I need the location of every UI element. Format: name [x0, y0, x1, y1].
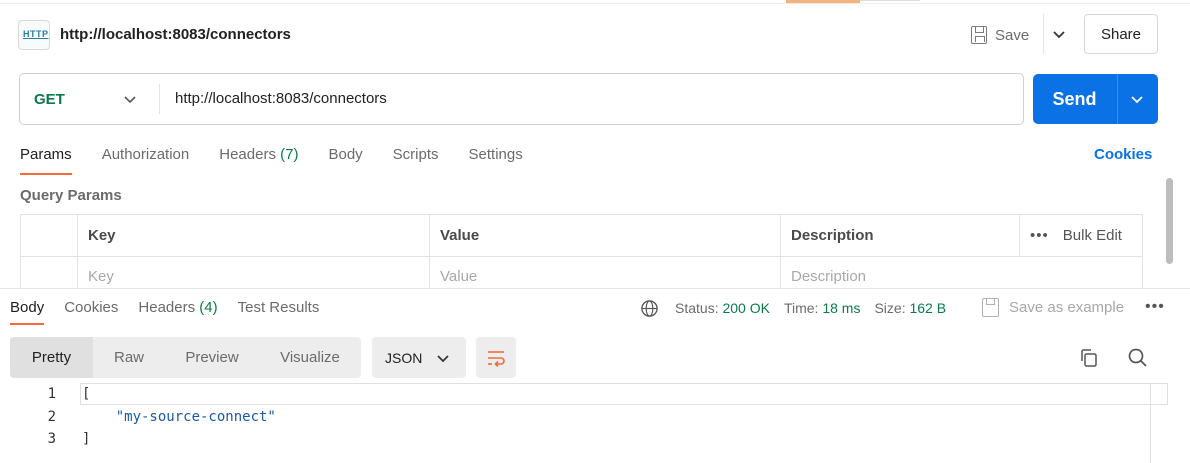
globe-icon[interactable]: [640, 299, 659, 318]
code-line: "my-source-connect": [82, 409, 276, 425]
bulk-edit-button[interactable]: Bulk Edit: [1063, 227, 1122, 244]
response-tabs: Body Cookies Headers (4) Test Results: [10, 299, 339, 325]
line-number: 1: [47, 386, 56, 402]
scrollbar-thumb[interactable]: [1166, 178, 1173, 264]
response-headers-count: (4): [199, 299, 218, 316]
send-button-group: Send: [1033, 74, 1158, 124]
chevron-down-icon[interactable]: [123, 92, 137, 106]
scrollbar[interactable]: [1164, 175, 1174, 288]
column-header-key: Key: [77, 215, 429, 256]
more-options-icon[interactable]: •••: [1030, 227, 1049, 244]
format-toggle-group: Pretty Raw Preview Visualize: [10, 337, 361, 378]
top-divider: [0, 3, 1190, 4]
wrap-lines-icon: [488, 350, 505, 367]
tab-scripts[interactable]: Scripts: [393, 145, 439, 175]
send-button[interactable]: Send: [1033, 74, 1116, 124]
bulk-edit-area: ••• Bulk Edit: [1019, 215, 1142, 256]
copy-icon[interactable]: [1079, 348, 1099, 368]
tab-response-headers[interactable]: Headers (4): [138, 299, 217, 325]
editor-scrollbar-track: [1150, 383, 1151, 463]
description-input[interactable]: Description: [780, 257, 1019, 288]
send-split-divider: [1117, 74, 1118, 124]
active-line-highlight: [80, 383, 1168, 405]
format-pretty[interactable]: Pretty: [10, 337, 93, 378]
language-select[interactable]: JSON: [372, 337, 466, 378]
format-preview[interactable]: Preview: [165, 337, 259, 378]
code-line: ]: [82, 431, 91, 447]
more-options-icon[interactable]: •••: [1145, 298, 1165, 316]
column-header-description: Description: [780, 215, 1019, 256]
tab-params[interactable]: Params: [20, 145, 72, 175]
line-number: 2: [47, 409, 56, 425]
save-icon: [982, 298, 999, 317]
value-input[interactable]: Value: [429, 257, 780, 288]
format-visualize[interactable]: Visualize: [259, 337, 361, 378]
chevron-down-icon[interactable]: [1051, 26, 1067, 42]
code-string: "my-source-connect": [82, 409, 276, 425]
tab-headers[interactable]: Headers (7): [219, 145, 298, 175]
chevron-down-icon: [437, 354, 449, 362]
tab-response-cookies[interactable]: Cookies: [64, 299, 118, 325]
line-number: 3: [47, 431, 56, 447]
save-label: Save: [995, 26, 1030, 44]
request-title[interactable]: http://localhost:8083/connectors: [60, 26, 291, 43]
column-header-value: Value: [429, 215, 780, 256]
headers-count: (7): [280, 146, 299, 163]
key-input[interactable]: Key: [77, 257, 429, 288]
url-input[interactable]: http://localhost:8083/connectors: [175, 90, 387, 107]
pane-divider[interactable]: [0, 288, 1190, 289]
params-table: Key Value Description ••• Bulk Edit Key …: [20, 214, 1143, 288]
time-info[interactable]: Time: 18 ms: [784, 300, 861, 316]
request-header: HTTP http://localhost:8083/connectors Sa…: [18, 14, 1190, 54]
tab-response-body[interactable]: Body: [10, 299, 45, 325]
size-value: 162 B: [909, 300, 947, 316]
chevron-down-icon[interactable]: [1130, 92, 1144, 106]
http-request-icon: HTTP: [18, 20, 50, 50]
size-info[interactable]: Size: 162 B: [874, 300, 946, 316]
url-divider: [159, 84, 160, 114]
search-icon[interactable]: [1127, 347, 1148, 368]
save-icon: [971, 26, 987, 44]
tab-authorization[interactable]: Authorization: [102, 145, 190, 175]
format-raw[interactable]: Raw: [93, 337, 165, 378]
request-tabs: Params Authorization Headers (7) Body Sc…: [20, 145, 553, 175]
save-button[interactable]: Save: [971, 18, 1045, 52]
share-button[interactable]: Share: [1084, 14, 1158, 54]
tab-body[interactable]: Body: [328, 145, 362, 175]
time-value: 18 ms: [822, 300, 861, 316]
save-as-example-button[interactable]: Save as example: [982, 298, 1124, 317]
response-body-editor[interactable]: 1 [ 2 "my-source-connect" 3 ]: [0, 383, 1190, 463]
response-meta: Status: 200 OK Time: 18 ms Size: 162 B: [675, 300, 946, 316]
table-header-row: Key Value Description ••• Bulk Edit: [21, 215, 1142, 257]
table-row: Key Value Description: [21, 257, 1142, 288]
top-accent-line: [860, 0, 920, 1]
status-info[interactable]: Status: 200 OK: [675, 300, 770, 316]
wrap-lines-button[interactable]: [476, 337, 516, 378]
tab-test-results[interactable]: Test Results: [238, 299, 320, 325]
cookies-link[interactable]: Cookies: [1094, 146, 1152, 163]
query-params-title: Query Params: [20, 187, 122, 204]
save-split-divider: [1043, 14, 1044, 54]
url-bar: GET http://localhost:8083/connectors: [19, 73, 1024, 125]
tab-settings[interactable]: Settings: [469, 145, 523, 175]
status-value: 200 OK: [722, 300, 770, 316]
code-line: [: [82, 386, 91, 402]
method-select[interactable]: GET: [34, 91, 65, 108]
